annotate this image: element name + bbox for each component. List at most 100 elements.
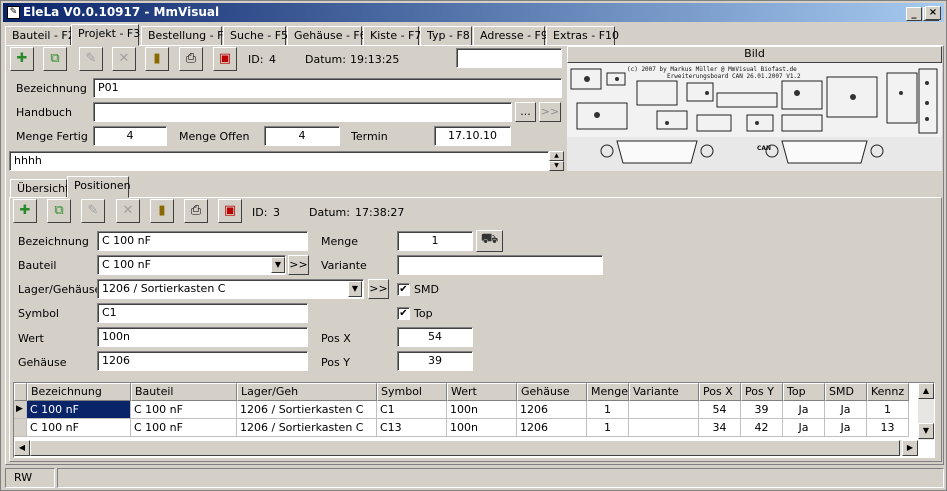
table-cell[interactable]: 1206 / Sortierkasten C bbox=[237, 419, 377, 437]
tab-kiste[interactable]: Kiste - F7 bbox=[363, 26, 421, 46]
lager-open-button[interactable]: >> bbox=[368, 279, 389, 299]
tab-extras[interactable]: Extras - F10 bbox=[546, 26, 619, 46]
tab-projekt[interactable]: Projekt - F3 bbox=[71, 24, 140, 46]
tab-bauteil[interactable]: Bauteil - F2 bbox=[5, 26, 75, 46]
archive-icon[interactable]: ▮ bbox=[145, 47, 169, 71]
table-cell[interactable]: 100n bbox=[447, 401, 517, 419]
pos-delete-icon[interactable]: ✕ bbox=[116, 199, 140, 223]
note-scroll-down-icon[interactable]: ▼ bbox=[549, 161, 564, 171]
hscroll-thumb[interactable] bbox=[30, 440, 900, 456]
col-posx[interactable]: Pos X bbox=[699, 383, 741, 401]
table-cell[interactable]: 54 bbox=[699, 401, 741, 419]
minimize-button[interactable]: _ bbox=[906, 7, 922, 21]
tab-suche[interactable]: Suche - F5 bbox=[223, 26, 288, 46]
table-cell[interactable]: C 100 nF bbox=[131, 401, 237, 419]
table-cell[interactable]: 100n bbox=[447, 419, 517, 437]
edit-icon[interactable]: ✎ bbox=[79, 47, 103, 71]
table-cell[interactable]: Ja bbox=[783, 419, 825, 437]
menge-offen-field[interactable]: 4 bbox=[264, 126, 340, 146]
table-cell[interactable]: C13 bbox=[377, 419, 447, 437]
col-lager[interactable]: Lager/Geh bbox=[237, 383, 377, 401]
pos-copy-icon[interactable]: ⧉ bbox=[47, 199, 71, 223]
table-cell[interactable]: C 100 nF bbox=[131, 419, 237, 437]
table-cell[interactable]: 1206 bbox=[517, 401, 587, 419]
lager-dropdown-icon[interactable]: ▼ bbox=[348, 281, 362, 297]
col-symbol[interactable]: Symbol bbox=[377, 383, 447, 401]
col-posy[interactable]: Pos Y bbox=[741, 383, 783, 401]
pos-archive-icon[interactable]: ▮ bbox=[150, 199, 174, 223]
project-bezeichnung-field[interactable]: P01 bbox=[93, 78, 562, 98]
pos-print-icon[interactable]: ⎙ bbox=[184, 199, 208, 223]
pos-bezeichnung-field[interactable]: C 100 nF bbox=[97, 231, 308, 251]
table-cell[interactable]: 1 bbox=[587, 419, 629, 437]
col-wert[interactable]: Wert bbox=[447, 383, 517, 401]
table-cell[interactable]: Ja bbox=[783, 401, 825, 419]
lager-select[interactable]: 1206 / Sortierkasten C bbox=[97, 279, 364, 299]
export-icon[interactable]: ▣ bbox=[213, 47, 237, 71]
table-cell[interactable]: Ja bbox=[825, 401, 867, 419]
pos-edit-icon[interactable]: ✎ bbox=[81, 199, 105, 223]
col-variante[interactable]: Variante bbox=[629, 383, 699, 401]
menge-fertig-field[interactable]: 4 bbox=[93, 126, 167, 146]
table-cell[interactable] bbox=[629, 401, 699, 419]
table-cell[interactable]: C 100 nF bbox=[27, 401, 131, 419]
positions-table[interactable]: Bezeichnung Bauteil Lager/Geh Symbol Wer… bbox=[13, 382, 935, 458]
note-scroll-up-icon[interactable]: ▲ bbox=[549, 151, 564, 161]
table-cell[interactable]: Ja bbox=[825, 419, 867, 437]
posx-field[interactable]: 54 bbox=[397, 327, 473, 347]
handbuch-field[interactable] bbox=[93, 102, 512, 122]
col-menge[interactable]: Menge bbox=[587, 383, 629, 401]
tab-typ[interactable]: Typ - F8 bbox=[420, 26, 472, 46]
gehaeuse-field[interactable]: 1206 bbox=[97, 351, 308, 371]
bauteil-select[interactable]: C 100 nF bbox=[97, 255, 286, 275]
copy-icon[interactable]: ⧉ bbox=[43, 47, 67, 71]
project-note-field[interactable]: hhhh bbox=[9, 151, 549, 171]
table-cell[interactable]: C 100 nF bbox=[27, 419, 131, 437]
tab-bestellung[interactable]: Bestellung - F4 bbox=[141, 26, 230, 46]
bild-header-button[interactable]: Bild bbox=[567, 46, 942, 63]
tab-gehaeuse[interactable]: Gehäuse - F6 bbox=[287, 26, 367, 46]
tab-uebersicht[interactable]: Übersicht bbox=[10, 179, 69, 198]
print-icon[interactable]: ⎙ bbox=[179, 47, 203, 71]
tab-positionen[interactable]: Positionen bbox=[67, 176, 131, 198]
scroll-up-icon[interactable]: ▲ bbox=[918, 383, 934, 399]
col-gehaeuse[interactable]: Gehäuse bbox=[517, 383, 587, 401]
new-icon[interactable]: ✚ bbox=[10, 47, 34, 71]
table-cell[interactable]: 1 bbox=[867, 401, 909, 419]
smd-checkbox[interactable]: ✔ bbox=[397, 283, 410, 296]
table-cell[interactable] bbox=[629, 419, 699, 437]
pos-export-icon[interactable]: ▣ bbox=[218, 199, 242, 223]
posy-field[interactable]: 39 bbox=[397, 351, 473, 371]
wert-field[interactable]: 100n bbox=[97, 327, 308, 347]
scroll-down-icon[interactable]: ▼ bbox=[918, 423, 934, 439]
variante-field[interactable] bbox=[397, 255, 603, 275]
menge-field[interactable]: 1 bbox=[397, 231, 473, 251]
table-cell[interactable]: C1 bbox=[377, 401, 447, 419]
table-cell[interactable]: 34 bbox=[699, 419, 741, 437]
table-cell[interactable]: 1 bbox=[587, 401, 629, 419]
pos-new-icon[interactable]: ✚ bbox=[13, 199, 37, 223]
termin-field[interactable]: 17.10.10 bbox=[434, 126, 511, 146]
col-smd[interactable]: SMD bbox=[825, 383, 867, 401]
table-cell[interactable]: 42 bbox=[741, 419, 783, 437]
close-button[interactable]: × bbox=[925, 6, 941, 20]
col-kennz[interactable]: Kennz bbox=[867, 383, 909, 401]
bauteil-open-button[interactable]: >> bbox=[288, 255, 309, 275]
scroll-right-icon[interactable]: ▶ bbox=[902, 440, 918, 456]
col-top[interactable]: Top bbox=[783, 383, 825, 401]
col-bezeichnung[interactable]: Bezeichnung bbox=[27, 383, 131, 401]
delete-icon[interactable]: ✕ bbox=[112, 47, 136, 71]
cart-icon[interactable]: ⛟ bbox=[476, 230, 503, 252]
bauteil-dropdown-icon[interactable]: ▼ bbox=[271, 257, 285, 273]
col-bauteil[interactable]: Bauteil bbox=[131, 383, 237, 401]
table-cell[interactable]: 39 bbox=[741, 401, 783, 419]
project-search-field[interactable] bbox=[456, 48, 562, 68]
table-cell[interactable]: 13 bbox=[867, 419, 909, 437]
table-cell[interactable]: 1206 bbox=[517, 419, 587, 437]
tab-adresse[interactable]: Adresse - F9 bbox=[473, 26, 548, 46]
symbol-field[interactable]: C1 bbox=[97, 303, 308, 323]
top-checkbox[interactable]: ✔ bbox=[397, 307, 410, 320]
scroll-left-icon[interactable]: ◀ bbox=[14, 440, 30, 456]
handbuch-browse-button[interactable]: ... bbox=[515, 102, 536, 122]
table-cell[interactable]: 1206 / Sortierkasten C bbox=[237, 401, 377, 419]
